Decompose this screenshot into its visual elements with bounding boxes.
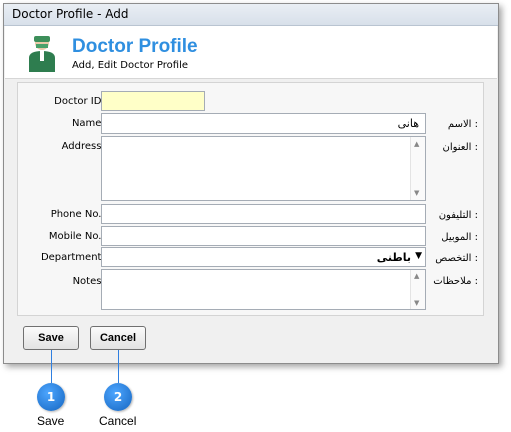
callout-badge-save: 1 [37,383,65,411]
notes-label: Notes : [72,276,108,287]
department-select[interactable]: باطنى ▼ [101,247,426,267]
page-title: Doctor Profile [72,36,198,57]
mobile-label: Mobile No. : [48,231,108,242]
mobile-field[interactable] [101,226,426,246]
department-arabic-label: التخصص : [435,253,478,264]
phone-arabic-label: التليفون : [438,210,478,221]
form-panel: Doctor ID : Name : هانى الاسم : Address … [17,82,484,316]
scroll-up-icon[interactable]: ▲ [414,140,419,148]
callout-badge-cancel: 2 [104,383,132,411]
callout-line-save [51,350,52,383]
address-label: Address : [61,141,108,152]
notes-field[interactable]: ▲ ▼ [101,269,426,310]
address-field[interactable]: ▲ ▼ [101,136,426,201]
header-banner: Doctor Profile Add, Edit Doctor Profile [5,26,497,79]
doctor-profile-window: Doctor Profile - Add Doctor Profile Add,… [3,3,499,364]
callout-caption-cancel: Cancel [99,414,137,428]
department-value: باطنى [376,251,411,264]
scroll-down-icon[interactable]: ▼ [414,299,419,307]
window-title: Doctor Profile - Add [12,7,129,21]
callout-line-cancel [118,350,119,383]
doctor-id-label: Doctor ID : [54,96,108,107]
callout-caption-save: Save [37,414,65,428]
doctor-icon [29,36,55,72]
name-arabic-label: الاسم : [447,119,478,130]
notes-arabic-label: ملاحظات : [433,276,478,287]
scroll-down-icon[interactable]: ▼ [414,189,419,197]
department-label: Department : [40,252,108,263]
name-label: Name : [71,118,108,129]
doctor-id-field[interactable] [101,91,205,111]
phone-field[interactable] [101,204,426,224]
name-value: هانى [397,117,419,130]
scroll-up-icon[interactable]: ▲ [414,272,419,280]
name-field[interactable]: هانى [101,113,426,134]
title-bar[interactable]: Doctor Profile - Add [4,4,498,26]
save-button[interactable]: Save [23,326,79,350]
cancel-button[interactable]: Cancel [90,326,146,350]
phone-label: Phone No. : [50,209,108,220]
address-arabic-label: العنوان : [442,142,478,153]
mobile-arabic-label: الموبيل : [441,232,478,243]
page-subtitle: Add, Edit Doctor Profile [72,60,189,71]
